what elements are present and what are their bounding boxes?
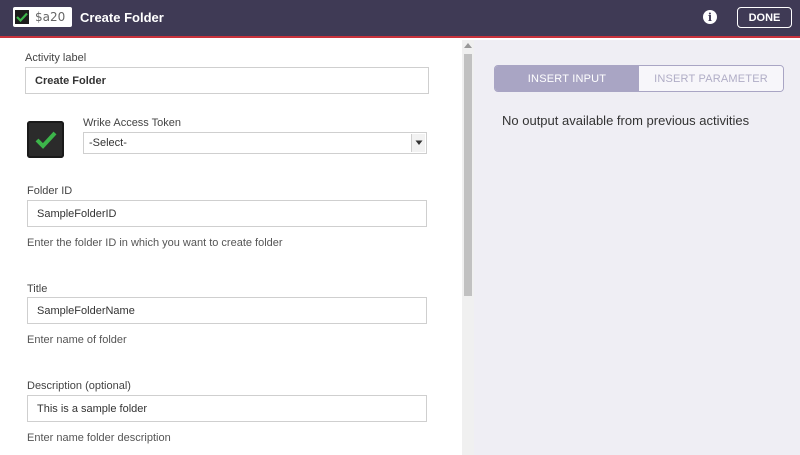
title-label: Title (27, 283, 48, 295)
tab-insert-parameter[interactable]: INSERT PARAMETER (639, 66, 783, 91)
folder-id-input[interactable]: SampleFolderID (27, 200, 427, 227)
scrollbar-thumb[interactable] (464, 54, 472, 296)
top-bar: $a20 Create Folder i DONE (0, 0, 800, 38)
scroll-up-icon[interactable] (464, 43, 472, 48)
description-input[interactable]: This is a sample folder (27, 395, 427, 422)
tab-insert-input[interactable]: INSERT INPUT (495, 66, 639, 91)
access-token-select[interactable]: -Select- (83, 132, 427, 154)
wrike-check-icon (27, 121, 64, 158)
access-token-selected: -Select- (89, 137, 127, 149)
description-hint: Enter name folder description (27, 432, 171, 444)
description-label: Description (optional) (27, 380, 131, 392)
title-input[interactable]: SampleFolderName (27, 297, 427, 324)
done-button[interactable]: DONE (737, 7, 792, 28)
title-hint: Enter name of folder (27, 334, 127, 346)
activity-form: Activity label Create Folder Wrike Acces… (0, 40, 462, 455)
checkmark-icon (15, 10, 29, 24)
badge-text: $a20 (35, 10, 66, 24)
chevron-down-icon[interactable] (411, 134, 425, 152)
folder-id-hint: Enter the folder ID in which you want to… (27, 237, 283, 249)
empty-output-message: No output available from previous activi… (502, 113, 750, 128)
page-title: Create Folder (80, 10, 164, 25)
form-scrollbar[interactable] (462, 40, 474, 455)
activity-label-label: Activity label (25, 52, 87, 64)
info-icon[interactable]: i (703, 10, 717, 24)
access-token-label: Wrike Access Token (83, 117, 182, 129)
folder-id-label: Folder ID (27, 185, 73, 197)
activity-badge: $a20 (13, 7, 72, 27)
insert-panel: INSERT INPUT INSERT PARAMETER No output … (474, 40, 800, 455)
insert-tabs: INSERT INPUT INSERT PARAMETER (494, 65, 784, 92)
activity-label-input[interactable]: Create Folder (25, 67, 429, 94)
